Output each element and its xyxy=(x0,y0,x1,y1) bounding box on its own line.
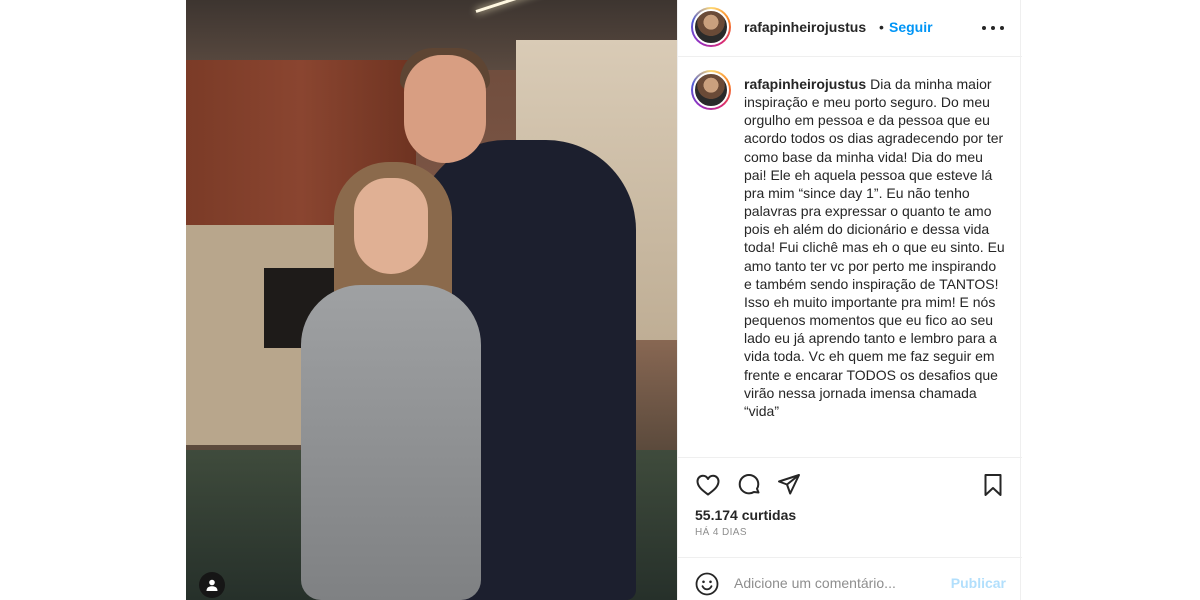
follow-button[interactable]: Seguir xyxy=(889,19,933,35)
emoji-icon xyxy=(695,572,719,596)
avatar-image xyxy=(693,9,729,45)
username-link[interactable]: rafapinheirojustus xyxy=(744,19,866,35)
post-timestamp[interactable]: HÁ 4 DIAS xyxy=(695,527,747,538)
likes-count[interactable]: 55.174 curtidas xyxy=(695,507,796,523)
photo-girl-head xyxy=(354,178,428,274)
share-button[interactable] xyxy=(776,472,802,498)
more-options-icon xyxy=(982,26,986,30)
more-options-button[interactable] xyxy=(982,19,1004,37)
comment-input[interactable] xyxy=(734,572,934,594)
post-photo[interactable] xyxy=(186,0,677,600)
caption: rafapinheirojustus Dia da minha maior ins… xyxy=(744,75,1006,420)
comment-icon xyxy=(738,474,760,495)
post-actions: 55.174 curtidas HÁ 4 DIAS xyxy=(678,457,1022,557)
emoji-button[interactable] xyxy=(695,572,719,596)
user-tag-button[interactable] xyxy=(199,572,225,598)
comment-box: Publicar xyxy=(678,557,1022,600)
photo-girl-dress xyxy=(301,285,481,600)
separator-dot: • xyxy=(879,19,884,35)
heart-icon xyxy=(696,474,720,496)
save-button[interactable] xyxy=(980,472,1006,498)
caption-area[interactable]: rafapinheirojustus Dia da minha maior ins… xyxy=(678,58,1022,456)
post-header: rafapinheirojustus • Seguir xyxy=(678,0,1022,57)
avatar-image xyxy=(693,72,729,108)
caption-username[interactable]: rafapinheirojustus xyxy=(744,76,866,92)
instagram-post-view: rafapinheirojustus • Seguir rafapinheiro… xyxy=(0,0,1200,600)
like-button[interactable] xyxy=(695,472,721,498)
avatar[interactable] xyxy=(691,7,731,47)
more-options-icon-dot xyxy=(991,26,995,30)
caption-body: Dia da minha maior inspiração e meu port… xyxy=(744,76,1009,419)
caption-avatar[interactable] xyxy=(691,70,731,110)
user-tag-icon xyxy=(206,579,218,591)
post-side-panel: rafapinheirojustus • Seguir rafapinheiro… xyxy=(677,0,1022,600)
more-options-icon-dot xyxy=(1000,26,1004,30)
publish-button[interactable]: Publicar xyxy=(951,575,1006,591)
photo-man-head xyxy=(404,55,486,163)
paper-plane-icon xyxy=(778,474,800,495)
comment-button[interactable] xyxy=(736,472,762,498)
bookmark-icon xyxy=(984,474,1002,496)
